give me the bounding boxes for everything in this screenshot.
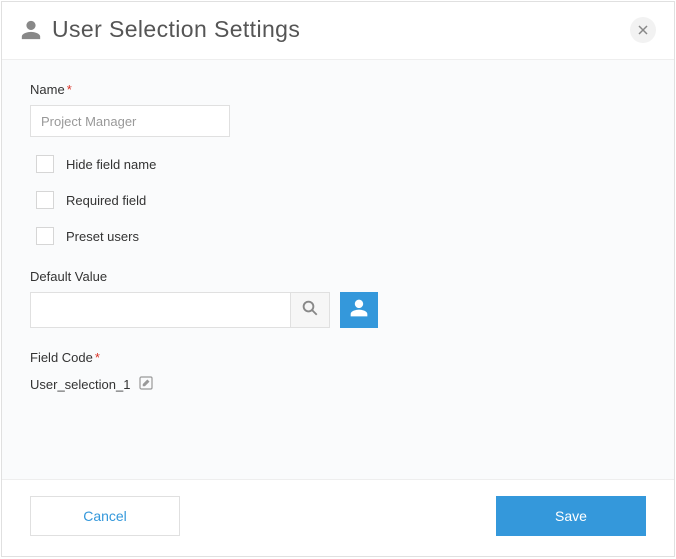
hide-field-name-label: Hide field name bbox=[66, 157, 156, 172]
dialog-title: User Selection Settings bbox=[52, 16, 300, 43]
edit-field-code-button[interactable] bbox=[138, 375, 156, 393]
preset-users-row: Preset users bbox=[36, 227, 646, 245]
field-code-row: User_selection_1 bbox=[30, 375, 646, 393]
required-field-row: Required field bbox=[36, 191, 646, 209]
name-label: Name* bbox=[30, 82, 646, 97]
default-value-input[interactable] bbox=[30, 292, 290, 328]
name-field-group: Name* bbox=[30, 82, 646, 137]
dialog-body: Name* Hide field name Required field Pre… bbox=[2, 60, 674, 480]
search-button[interactable] bbox=[290, 292, 330, 328]
dialog-footer: Cancel Save bbox=[2, 480, 674, 556]
user-selection-settings-dialog: User Selection Settings Name* Hide field… bbox=[1, 1, 675, 557]
required-mark: * bbox=[95, 350, 100, 365]
user-icon bbox=[20, 19, 42, 41]
user-icon bbox=[349, 298, 369, 323]
required-field-label: Required field bbox=[66, 193, 146, 208]
preset-users-checkbox[interactable] bbox=[36, 227, 54, 245]
default-value-row bbox=[30, 292, 646, 328]
field-code-value: User_selection_1 bbox=[30, 377, 130, 392]
save-button[interactable]: Save bbox=[496, 496, 646, 536]
field-code-label: Field Code* bbox=[30, 350, 646, 365]
field-code-group: Field Code* User_selection_1 bbox=[30, 350, 646, 393]
name-input[interactable] bbox=[30, 105, 230, 137]
default-value-group: Default Value bbox=[30, 269, 646, 328]
hide-field-name-checkbox[interactable] bbox=[36, 155, 54, 173]
default-value-label: Default Value bbox=[30, 269, 646, 284]
required-field-checkbox[interactable] bbox=[36, 191, 54, 209]
cancel-button[interactable]: Cancel bbox=[30, 496, 180, 536]
dialog-header: User Selection Settings bbox=[2, 2, 674, 60]
required-mark: * bbox=[67, 82, 72, 97]
close-button[interactable] bbox=[630, 17, 656, 43]
preset-users-label: Preset users bbox=[66, 229, 139, 244]
hide-field-name-row: Hide field name bbox=[36, 155, 646, 173]
select-user-button[interactable] bbox=[340, 292, 378, 328]
search-icon bbox=[301, 299, 319, 322]
